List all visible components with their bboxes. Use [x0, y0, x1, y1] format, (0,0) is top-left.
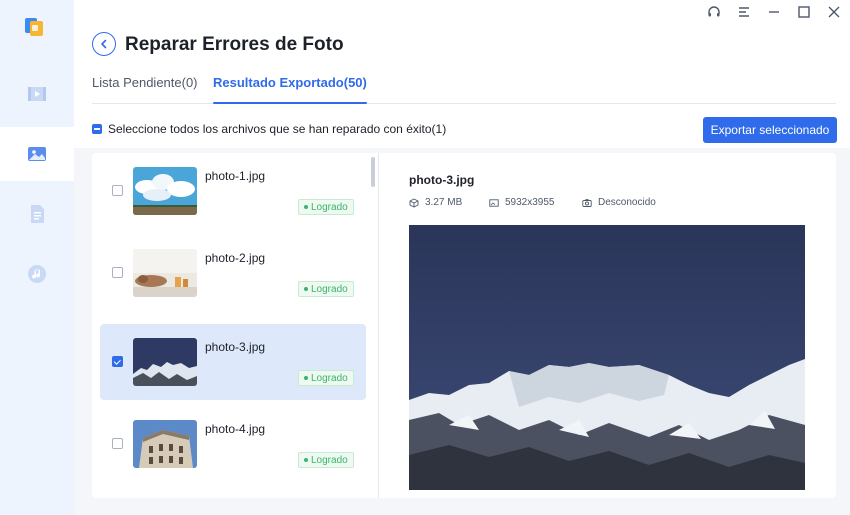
list-item[interactable]: photo-1.jpg Logrado: [100, 153, 366, 229]
select-all-row: Seleccione todos los archivos que se han…: [92, 122, 446, 136]
status-badge: Logrado: [298, 370, 354, 386]
thumbnail-image: [133, 420, 197, 468]
status-badge: Logrado: [298, 452, 354, 468]
status-badge: Logrado: [298, 281, 354, 297]
preview-filename: photo-3.jpg: [409, 173, 475, 187]
file-name: photo-3.jpg: [205, 340, 266, 354]
status-dot-icon: [304, 458, 308, 462]
resolution-icon: [489, 198, 499, 207]
item-checkbox[interactable]: [112, 356, 123, 367]
window-controls: [706, 4, 842, 20]
item-checkbox[interactable]: [112, 267, 123, 278]
preview-panel: photo-3.jpg 3.27 MB 5932x3955 Desconocid…: [379, 153, 836, 498]
list-scrollbar[interactable]: [371, 157, 375, 187]
menu-icon[interactable]: [736, 4, 752, 20]
tab-pending-list[interactable]: Lista Pendiente(0): [92, 74, 198, 104]
sidebar-item-video[interactable]: [0, 67, 74, 121]
item-checkbox[interactable]: [112, 185, 123, 196]
video-icon: [28, 87, 46, 101]
status-dot-icon: [304, 376, 308, 380]
back-button[interactable]: [92, 32, 116, 56]
preview-camera: Desconocido: [582, 197, 656, 208]
file-name: photo-4.jpg: [205, 422, 266, 436]
list-item[interactable]: photo-3.jpg Logrado: [100, 324, 366, 400]
app-logo-icon: [23, 15, 45, 37]
minimize-icon[interactable]: [766, 4, 782, 20]
chevron-left-icon: [101, 39, 107, 49]
preview-size: 3.27 MB: [409, 197, 462, 208]
export-selected-button[interactable]: Exportar seleccionado: [703, 117, 837, 143]
tab-exported-result[interactable]: Resultado Exportado(50): [213, 74, 367, 104]
status-dot-icon: [304, 287, 308, 291]
sidebar-item-audio[interactable]: [0, 247, 74, 301]
status-badge: Logrado: [298, 199, 354, 215]
select-all-label: Seleccione todos los archivos que se han…: [108, 122, 447, 136]
list-item[interactable]: photo-2.jpg Logrado: [100, 235, 366, 311]
cube-icon: [409, 197, 419, 208]
close-icon[interactable]: [826, 4, 842, 20]
file-list: photo-1.jpg Logrado photo-2.jpg Logrado: [92, 153, 378, 498]
preview-resolution: 5932x3955: [489, 197, 555, 208]
headset-icon[interactable]: [706, 4, 722, 20]
thumbnail-image: [133, 167, 197, 215]
list-item[interactable]: photo-4.jpg Logrado: [100, 406, 366, 482]
camera-icon: [582, 198, 592, 207]
status-dot-icon: [304, 205, 308, 209]
maximize-icon[interactable]: [796, 4, 812, 20]
sidebar-item-document[interactable]: [0, 187, 74, 241]
preview-image: [409, 225, 805, 490]
file-name: photo-2.jpg: [205, 251, 266, 265]
photo-icon: [28, 147, 46, 161]
select-all-checkbox[interactable]: [92, 124, 102, 134]
sidebar: [0, 0, 74, 515]
document-icon: [31, 205, 44, 223]
audio-icon: [28, 265, 46, 283]
thumbnail-image: [133, 249, 197, 297]
sidebar-item-photo[interactable]: [0, 127, 74, 181]
thumbnail-image: [133, 338, 197, 386]
page-title: Reparar Errores de Foto: [125, 34, 344, 55]
tab-bar: Lista Pendiente(0) Resultado Exportado(5…: [92, 74, 836, 104]
item-checkbox[interactable]: [112, 438, 123, 449]
file-name: photo-1.jpg: [205, 169, 266, 183]
